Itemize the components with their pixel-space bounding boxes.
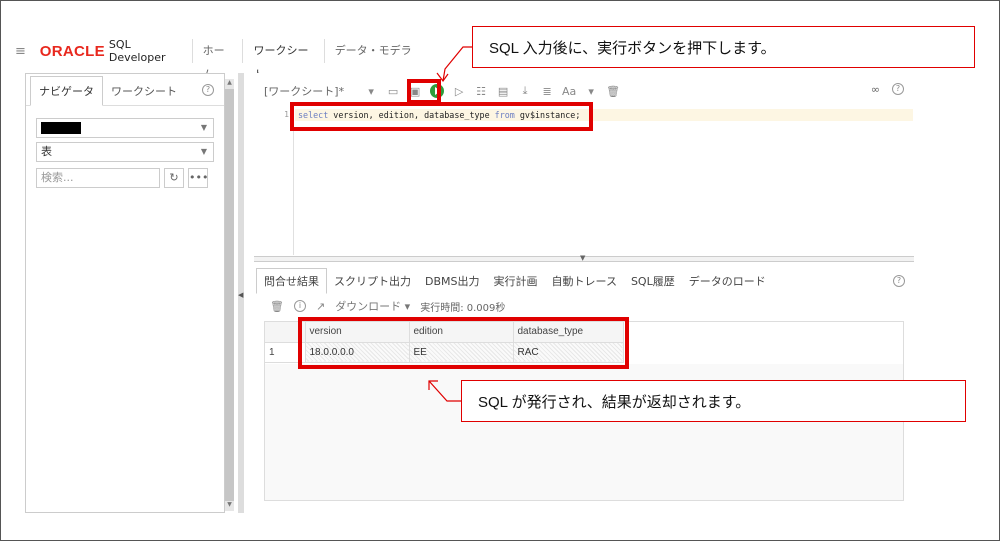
tab-query-result[interactable]: 問合せ結果 <box>256 268 327 294</box>
redacted-schema-name <box>41 122 81 134</box>
schema-select[interactable]: ▼ <box>36 118 214 138</box>
explain-plan-icon[interactable]: ☷ <box>470 85 492 98</box>
execution-time: 実行時間: 0.009秒 <box>420 302 506 314</box>
results-tabs: 問合せ結果 スクリプト出力 DBMS出力 実行計画 自動トレース SQL履歴 デ… <box>256 268 911 294</box>
find-icon[interactable]: ∞ <box>871 83 880 96</box>
collapse-arrow-icon[interactable]: ▼ <box>580 254 585 262</box>
tab-sql-history[interactable]: SQL履歴 <box>624 269 682 293</box>
editor-results-splitter[interactable]: ▼ <box>254 254 914 262</box>
search-input[interactable]: 検索... <box>36 168 160 188</box>
run-button-highlight <box>407 79 441 104</box>
open-external-icon[interactable]: ↗ <box>316 300 325 313</box>
refresh-icon[interactable]: ↻ <box>164 168 184 188</box>
panel-splitter[interactable]: ◀ <box>238 73 244 513</box>
worksheet-area: [ワークシート]* ▾ ▭ ▣ ▷ ☷ ▤ ⤓ ≣ Aa ▾ 🗑 ∞ ? 1 s… <box>248 73 920 513</box>
sql-highlight <box>290 102 593 131</box>
tab-worksheet[interactable]: ワークシート <box>242 39 323 81</box>
chevron-down-icon: ▼ <box>200 123 207 132</box>
help-icon[interactable]: ? <box>892 83 904 95</box>
worksheet-title[interactable]: [ワークシート]* <box>264 83 344 99</box>
run-script-icon[interactable]: ▷ <box>448 85 470 98</box>
tab-script-output[interactable]: スクリプト出力 <box>327 269 418 293</box>
tab-nav-worksheet[interactable]: ワークシート <box>103 77 185 105</box>
tab-data-load[interactable]: データのロード <box>682 269 773 293</box>
more-icon[interactable]: ••• <box>188 168 208 188</box>
delete-icon[interactable]: 🗑 <box>270 300 284 313</box>
navigator-panel: ナビゲータ ワークシート ? ▼ 表 ▼ 検索... ↻ ••• <box>25 73 225 513</box>
line-number: 1 <box>284 110 289 119</box>
chevron-down-icon: ▼ <box>200 147 207 156</box>
object-type-select[interactable]: 表 ▼ <box>36 142 214 162</box>
tab-explain-plan[interactable]: 実行計画 <box>487 269 545 293</box>
hamburger-icon[interactable]: ≡ <box>15 44 28 59</box>
case-icon[interactable]: Aa <box>558 85 580 98</box>
product-name: SQL Developer <box>108 38 166 64</box>
tab-navigator[interactable]: ナビゲータ <box>30 76 103 106</box>
callout-run: SQL 入力後に、実行ボタンを押下します。 <box>472 26 975 68</box>
tab-dbms-output[interactable]: DBMS出力 <box>418 269 487 293</box>
chevron-down-icon[interactable]: ▾ <box>580 85 602 98</box>
navigator-scrollbar[interactable]: ▲ ▼ <box>225 79 234 511</box>
collapse-arrow-icon[interactable]: ◀ <box>238 291 243 299</box>
results-toolbar: 🗑 i ↗ ダウンロード ▾ 実行時間: 0.009秒 <box>270 297 505 315</box>
help-icon[interactable]: ? <box>202 84 214 96</box>
result-highlight <box>298 317 629 369</box>
tab-home[interactable]: ホーム <box>191 39 243 81</box>
download-label: ダウンロード <box>335 300 402 313</box>
download-icon[interactable]: ⤓ <box>514 84 536 98</box>
worksheet-toolbar: [ワークシート]* ▾ ▭ ▣ ▷ ☷ ▤ ⤓ ≣ Aa ▾ 🗑 ∞ ? <box>248 79 920 103</box>
info-icon[interactable]: i <box>293 300 306 312</box>
top-bar: ≡ ORACLE SQL Developer ホーム ワークシート データ・モデ… <box>15 38 425 81</box>
oracle-logo: ORACLE <box>39 42 105 60</box>
clear-icon[interactable]: 🗑 <box>602 85 624 98</box>
screenshot-frame: ≡ ORACLE SQL Developer ホーム ワークシート データ・モデ… <box>0 0 1000 541</box>
line-gutter: 1 <box>248 105 294 255</box>
callout-result: SQL が発行され、結果が返却されます。 <box>461 380 966 422</box>
tab-data-modeler[interactable]: データ・モデラー <box>323 39 425 81</box>
scroll-up-icon[interactable]: ▲ <box>225 79 234 89</box>
open-icon[interactable]: ▭ <box>382 85 404 98</box>
toolbar-right: ∞ ? <box>871 83 904 96</box>
object-type-value: 表 <box>41 145 52 158</box>
help-icon[interactable]: ? <box>893 275 905 287</box>
autotrace-icon[interactable]: ▤ <box>492 85 514 98</box>
chevron-down-icon[interactable]: ▾ <box>360 85 382 98</box>
download-button[interactable]: ダウンロード ▾ <box>335 298 410 314</box>
format-icon[interactable]: ≣ <box>536 85 558 98</box>
navigator-tabs: ナビゲータ ワークシート ? <box>26 74 224 106</box>
tab-autotrace[interactable]: 自動トレース <box>545 269 624 293</box>
scroll-down-icon[interactable]: ▼ <box>225 501 234 511</box>
